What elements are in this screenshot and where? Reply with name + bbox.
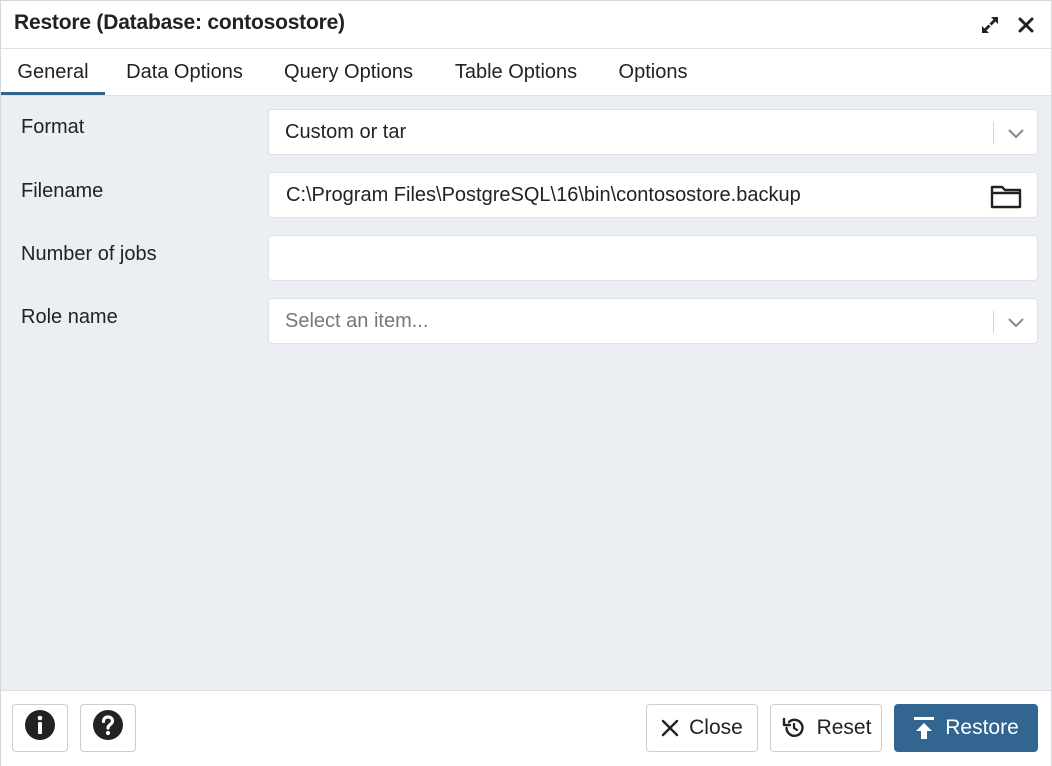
filename-field[interactable]: C:\Program Files\PostgreSQL\16\bin\conto… bbox=[268, 172, 1038, 218]
tab-data-options[interactable]: Data Options bbox=[105, 49, 264, 95]
dialog-title: Restore (Database: contosostore) bbox=[14, 11, 345, 34]
restore-button-label: Restore bbox=[945, 716, 1019, 739]
dialog-footer: Close Reset Restore bbox=[1, 690, 1051, 766]
info-button[interactable] bbox=[12, 704, 68, 752]
tab-query-options[interactable]: Query Options bbox=[264, 49, 433, 95]
close-button-label: Close bbox=[689, 716, 743, 739]
help-icon bbox=[92, 709, 124, 747]
jobs-input[interactable] bbox=[269, 236, 1037, 280]
restore-button[interactable]: Restore bbox=[894, 704, 1038, 752]
folder-icon[interactable] bbox=[989, 182, 1023, 210]
tab-options[interactable]: Options bbox=[599, 49, 707, 95]
select-separator bbox=[993, 122, 994, 144]
jobs-input-wrapper bbox=[268, 235, 1038, 281]
chevron-down-icon[interactable] bbox=[1005, 122, 1027, 144]
reset-icon bbox=[781, 715, 807, 741]
restore-dialog: Restore (Database: contosostore) General… bbox=[0, 0, 1052, 766]
format-value: Custom or tar bbox=[285, 121, 407, 143]
filename-label: Filename bbox=[21, 180, 104, 202]
expand-icon[interactable] bbox=[978, 13, 1002, 37]
select-separator bbox=[993, 311, 994, 333]
role-select[interactable]: Select an item... bbox=[268, 298, 1038, 344]
reset-button[interactable]: Reset bbox=[770, 704, 882, 752]
close-button[interactable]: Close bbox=[646, 704, 758, 752]
format-label: Format bbox=[21, 116, 85, 138]
reset-button-label: Reset bbox=[816, 716, 872, 739]
close-x-icon bbox=[661, 719, 679, 737]
close-icon[interactable] bbox=[1014, 13, 1038, 37]
jobs-label: Number of jobs bbox=[21, 243, 157, 265]
role-label: Role name bbox=[21, 306, 118, 328]
info-icon bbox=[24, 709, 56, 747]
role-placeholder: Select an item... bbox=[285, 310, 429, 332]
tab-general[interactable]: General bbox=[1, 49, 105, 95]
tab-bar: General Data Options Query Options Table… bbox=[1, 49, 1051, 96]
help-button[interactable] bbox=[80, 704, 136, 752]
tab-table-options[interactable]: Table Options bbox=[433, 49, 599, 95]
filename-value: C:\Program Files\PostgreSQL\16\bin\conto… bbox=[286, 184, 801, 206]
chevron-down-icon[interactable] bbox=[1005, 311, 1027, 333]
format-select[interactable]: Custom or tar bbox=[268, 109, 1038, 155]
upload-icon bbox=[913, 716, 935, 740]
title-bar: Restore (Database: contosostore) bbox=[1, 1, 1051, 49]
